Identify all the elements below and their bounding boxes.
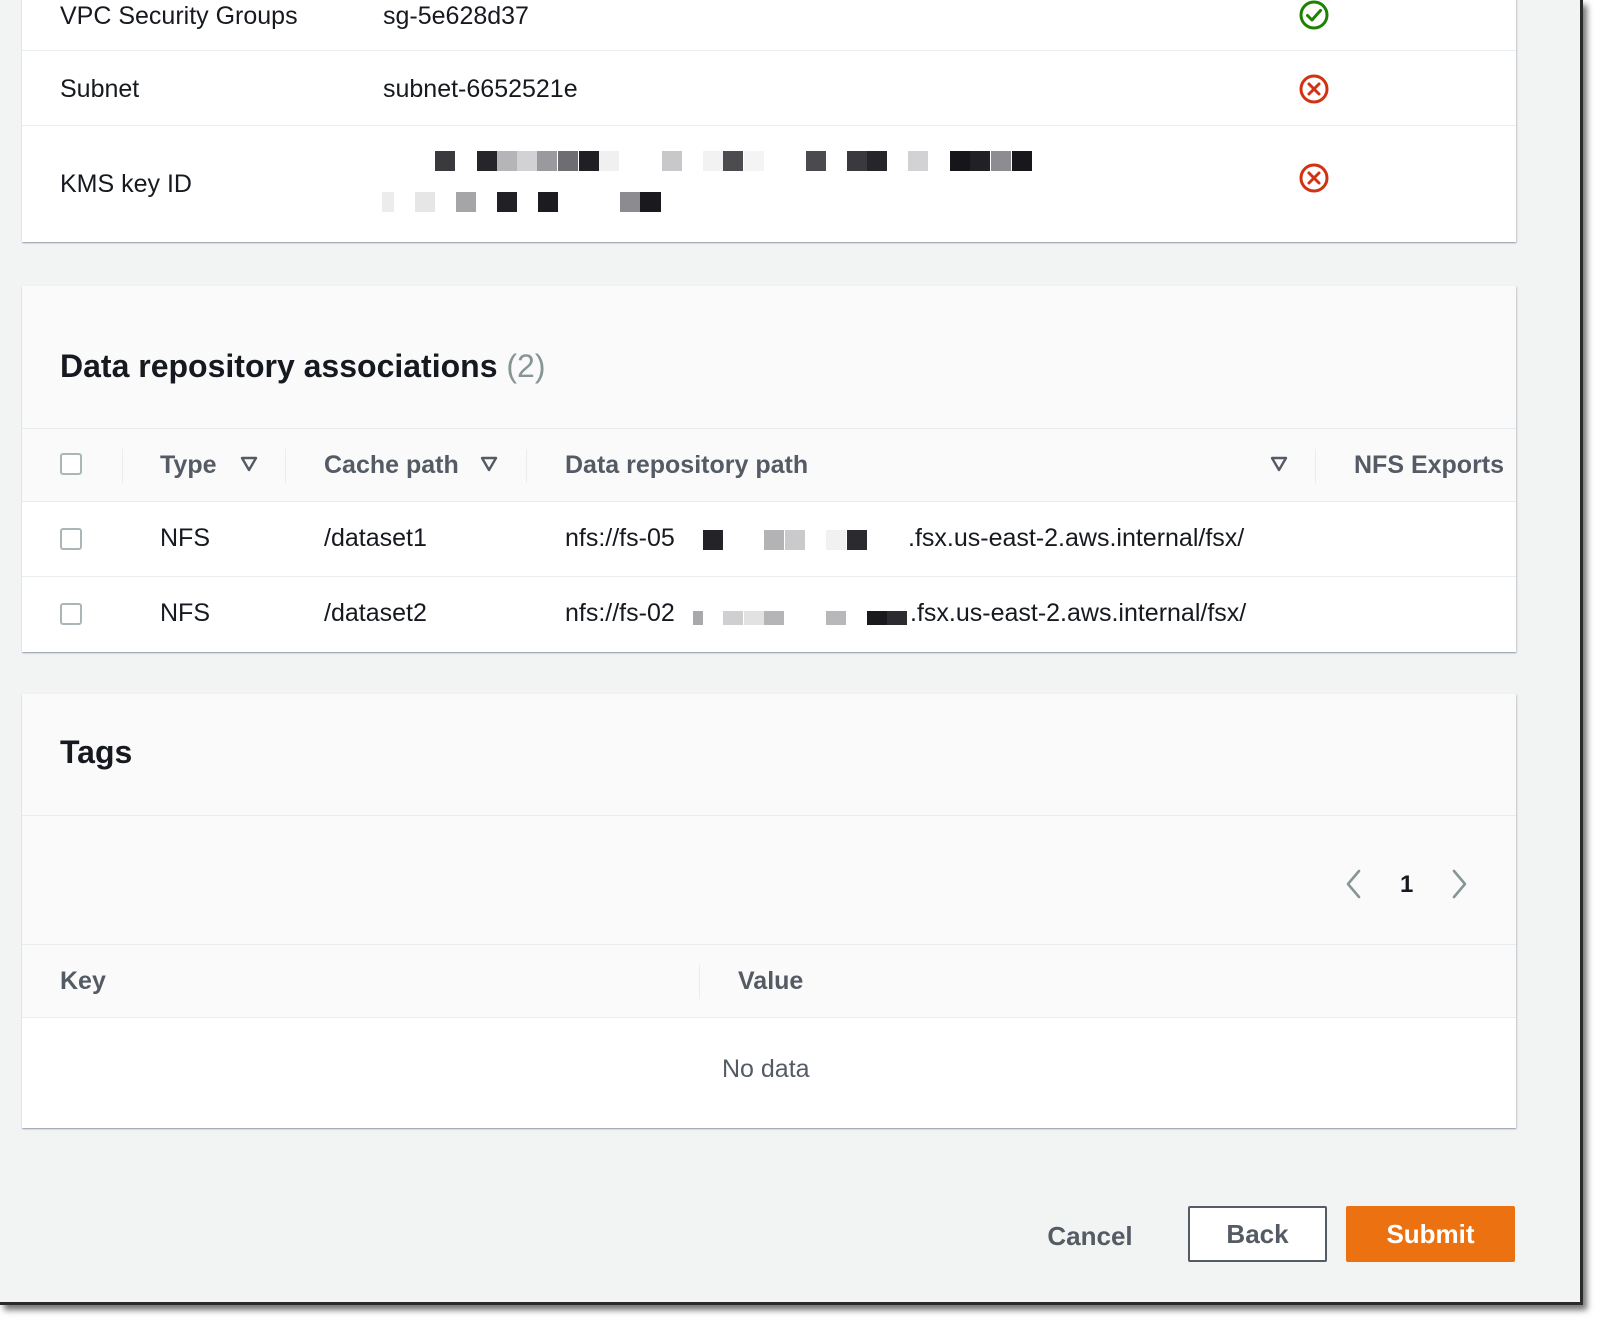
kv-row-kms-key: KMS key ID (22, 126, 1516, 242)
submit-button[interactable]: Submit (1346, 1206, 1515, 1262)
kv-row-security-groups: VPC Security Groups sg-5e628d37 (22, 0, 1516, 51)
section-title-text: Data repository associations (60, 348, 498, 384)
chevron-right-icon[interactable] (1449, 868, 1469, 900)
column-header-data-repository-path[interactable]: Data repository path (565, 451, 808, 480)
tags-card: Tags 1 Key Value No data (22, 694, 1516, 1128)
table-row[interactable]: NFS /dataset2 nfs://fs-02 .fsx.us-east-2… (22, 577, 1516, 651)
section-title: Data repository associations (2) (60, 348, 545, 385)
sort-caret-icon[interactable] (1270, 456, 1288, 472)
table-header: Key Value (22, 945, 1516, 1018)
select-all-checkbox[interactable] (60, 453, 82, 475)
pagination-bar: 1 (22, 816, 1516, 945)
cell-type: NFS (160, 524, 210, 552)
column-header-key: Key (60, 967, 106, 995)
chevron-left-icon[interactable] (1344, 868, 1364, 900)
row-checkbox[interactable] (60, 603, 82, 625)
kv-value: sg-5e628d37 (383, 2, 529, 30)
back-button[interactable]: Back (1188, 1206, 1327, 1262)
card-header: Tags (22, 694, 1516, 816)
cell-cache-path: /dataset1 (324, 524, 427, 552)
kv-value: subnet-6652521e (383, 75, 578, 103)
column-header-type[interactable]: Type (160, 451, 217, 480)
empty-state-text: No data (722, 1055, 810, 1083)
table-row[interactable]: NFS /dataset1 nfs://fs-05 .fsx.us-east-2… (22, 502, 1516, 577)
column-header-cache-path[interactable]: Cache path (324, 451, 459, 480)
sort-caret-icon[interactable] (480, 456, 498, 472)
card-header: Data repository associations (2) (22, 286, 1516, 429)
cell-repo-path-suffix: .fsx.us-east-2.aws.internal/fsx/ (910, 599, 1247, 627)
kv-row-subnet: Subnet subnet-6652521e (22, 51, 1516, 126)
cell-type: NFS (160, 599, 210, 627)
check-circle-icon (1299, 0, 1329, 30)
cell-repo-path-prefix: nfs://fs-02 (565, 599, 675, 627)
item-count: (2) (506, 348, 546, 384)
kv-label: Subnet (60, 75, 140, 103)
kv-label: VPC Security Groups (60, 2, 298, 30)
sort-caret-icon[interactable] (240, 456, 258, 472)
cell-repo-path-prefix: nfs://fs-05 (565, 524, 675, 552)
table-header: Type Cache path Data repository path NFS… (22, 429, 1516, 502)
page-number[interactable]: 1 (1400, 871, 1413, 899)
cancel-button[interactable]: Cancel (1020, 1210, 1160, 1262)
x-circle-icon (1299, 74, 1329, 104)
x-circle-icon (1299, 163, 1329, 193)
page-frame: VPC Security Groups sg-5e628d37 Subnet s… (0, 0, 1583, 1305)
column-header-nfs-exports[interactable]: NFS Exports (1354, 451, 1504, 480)
section-title: Tags (60, 734, 133, 770)
row-checkbox[interactable] (60, 528, 82, 550)
kv-label: KMS key ID (60, 170, 192, 198)
network-summary-card: VPC Security Groups sg-5e628d37 Subnet s… (22, 0, 1516, 242)
cell-repo-path-suffix: .fsx.us-east-2.aws.internal/fsx/ (908, 524, 1245, 552)
column-header-value: Value (738, 967, 804, 995)
data-repository-associations-card: Data repository associations (2) Type Ca… (22, 286, 1516, 652)
cell-cache-path: /dataset2 (324, 599, 427, 627)
